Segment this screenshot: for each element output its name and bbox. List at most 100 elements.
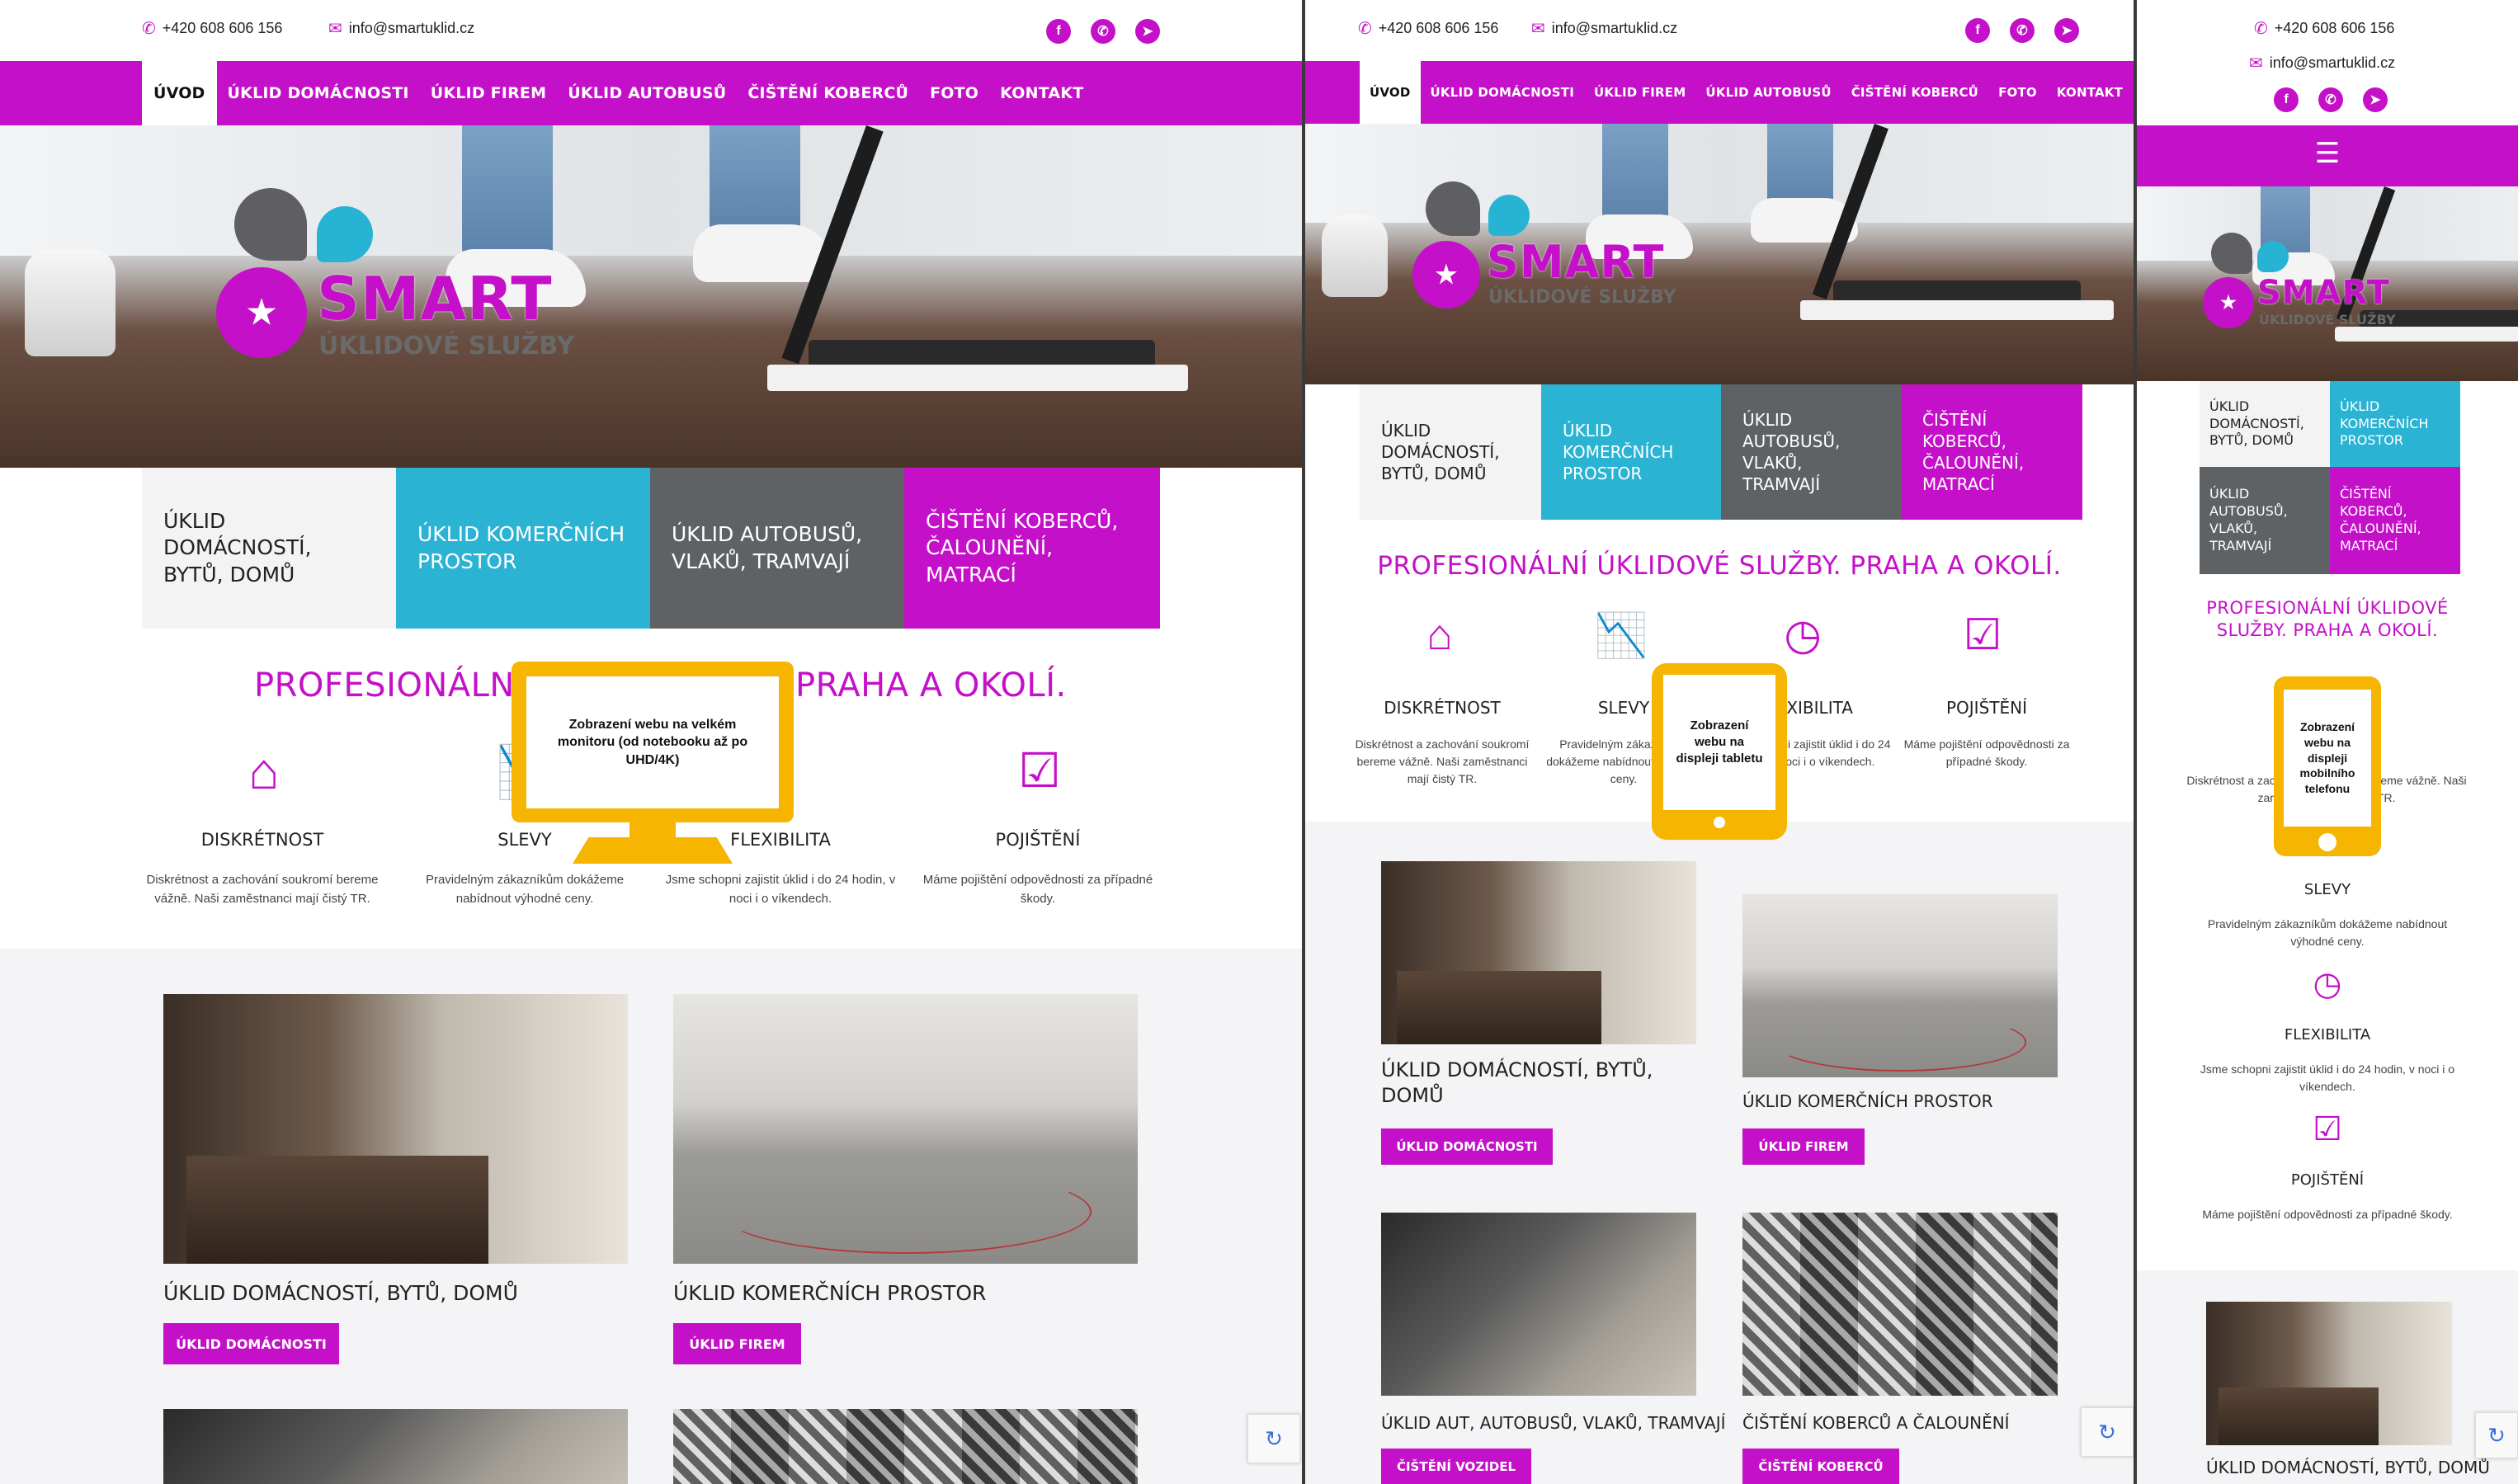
whatsapp-icon[interactable]: ✆ [2010,18,2035,43]
feature-title-diskretnost: DISKRÉTNOST [1384,698,1501,718]
photo-household-cleaning[interactable] [1381,861,1696,1044]
nav-item-uvod[interactable]: ÚVOD [142,61,217,125]
tile-uklid-komercnich[interactable]: Úklid komerčních prostor [396,468,650,629]
nav-item-uklid-domacnosti[interactable]: ÚKLID DOMÁCNOSTI [217,61,420,125]
feature-text-diskretnost: Diskrétnost a zachování soukromí bereme … [146,873,379,906]
photo-vehicle-cleaning[interactable] [163,1409,628,1484]
card-title-vehicles: ÚKLID AUT, AUTOBUSŮ, VLAKŮ, TRAMVAJÍ [1381,1413,1726,1433]
feature-title-slevy: SLEVY [2303,881,2351,898]
nav-item-uklid-domacnosti[interactable]: ÚKLID DOMÁCNOSTI [1421,61,1584,124]
tile-cisteni-kobercu[interactable]: Čištění koberců, čalounění, matrací [1901,384,2082,520]
uklid-firem-button[interactable]: ÚKLID FIREM [1742,1128,1865,1165]
hamburger-menu-icon[interactable]: ☰ [2137,137,2518,170]
logo-brand: SMART [317,264,553,333]
facebook-icon[interactable]: f [2274,87,2299,112]
email-contact[interactable]: ✉ info@smartuklid.cz [2249,54,2395,72]
tile-cisteni-kobercu[interactable]: Čištění koberců, čalounění, matrací [904,468,1160,629]
cisteni-vozidel-button[interactable]: ČIŠTĚNÍ VOZIDEL [1381,1449,1531,1484]
logo-brand: SMART [1487,236,1665,288]
phone-number: +420 608 606 156 [162,20,283,36]
insurance-shield-icon: ☑ [1018,744,1061,798]
tile-cisteni-kobercu[interactable]: Čištění koberců, čalounění, matrací [2330,467,2460,574]
photo-vehicle-cleaning[interactable] [1381,1213,1696,1396]
hero-banner: ★ SMART ÚKLIDOVÉ SLUŽBY [1305,124,2134,384]
card-title-commercial: ÚKLID KOMERČNÍCH PROSTOR [673,1281,987,1305]
feature-text-pojisteni: Máme pojištění odpovědnosti za případné … [2202,1208,2453,1221]
photo-carpet-cleaning[interactable] [673,1409,1138,1484]
email-contact[interactable]: ✉ info@smartuklid.cz [328,20,474,37]
tablet-preview: ✆ +420 608 606 156 ✉ info@smartuklid.cz … [1305,0,2134,1484]
nav-item-uklid-firem[interactable]: ÚKLID FIREM [420,61,557,125]
nav-item-kontakt[interactable]: KONTAKT [989,61,1094,125]
phone-contact[interactable]: ✆ +420 608 606 156 [2254,20,2394,37]
photo-commercial-cleaning[interactable] [673,994,1138,1264]
feature-title-diskretnost: DISKRÉTNOST [200,830,324,850]
nav-item-foto[interactable]: FOTO [1988,61,2047,124]
tile-uklid-komercnich[interactable]: Úklid komerčních prostor [1541,384,1721,520]
uklid-domacnosti-button[interactable]: ÚKLID DOMÁCNOSTI [163,1323,339,1364]
photo-household-cleaning[interactable] [163,994,628,1264]
whatsapp-icon[interactable]: ✆ [1091,19,1115,44]
feature-text-slevy: Pravidelným zákazníkům dokážeme nabídnou… [2207,917,2448,948]
house-family-icon: ⌂ [248,743,280,800]
logo-brand: SMART [2257,274,2390,312]
brand-logo[interactable]: ★ SMART ÚKLIDOVÉ SLUŽBY [1412,181,1676,322]
page-heading: PROFESIONÁLNÍ ÚKLIDOVÉ SLUŽBY. PRAHA A O… [2206,598,2449,641]
phone-icon: ✆ [142,19,156,38]
phone-icon: ✆ [2254,19,2268,38]
clock-24-icon: ◷ [1784,611,1822,659]
tile-uklid-autobusu[interactable]: Úklid autobusů, vlaků, tramvají [2200,467,2330,574]
feature-text-flexibilita: Jsme schopni zajistit úklid i do 24 hodi… [2200,1062,2455,1093]
tile-uklid-autobusu[interactable]: Úklid autobusů, vlaků, tramvají [1721,384,1901,520]
email-contact[interactable]: ✉ info@smartuklid.cz [1531,20,1677,37]
hero-banner: ★ SMART ÚKLIDOVÉ SLUŽBY [2137,186,2518,381]
tile-uklid-domacnosti[interactable]: Úklid domácností, bytů, domů [1360,384,1541,520]
facebook-icon[interactable]: f [1965,18,1990,43]
feature-text-diskretnost: Diskrétnost a zachování soukromí bereme … [1355,737,1530,785]
recaptcha-badge-icon[interactable]: ↻ [1247,1414,1300,1463]
tile-uklid-komercnich[interactable]: Úklid komerčních prostor [2330,381,2460,467]
card-title-commercial: ÚKLID KOMERČNÍCH PROSTOR [1742,1091,1993,1111]
nav-item-uvod[interactable]: ÚVOD [1360,61,1421,124]
recaptcha-badge-icon[interactable]: ↻ [2081,1407,2134,1457]
monitor-base [573,837,733,864]
photo-commercial-cleaning[interactable] [1742,894,2058,1077]
phone-contact[interactable]: ✆ +420 608 606 156 [1358,20,1498,37]
discount-chart-icon: 📉 [1594,612,1648,660]
recaptcha-badge-icon[interactable]: ↻ [2475,1412,2518,1458]
whatsapp-icon[interactable]: ✆ [2318,87,2343,112]
nav-item-cisteni-kobercu[interactable]: ČIŠTĚNÍ KOBERCŮ [737,61,919,125]
card-title-household: ÚKLID DOMÁCNOSTÍ, BYTŮ, DOMŮ [1381,1058,1653,1108]
brand-logo[interactable]: ★ SMART ÚKLIDOVÉ SLUŽBY [216,188,574,370]
nav-item-uklid-autobusu[interactable]: ÚKLID AUTOBUSŮ [1695,61,1841,124]
clock-24-icon: ◷ [2313,966,2342,1002]
brand-logo[interactable]: ★ SMART ÚKLIDOVÉ SLUŽBY [2203,233,2396,340]
nav-item-uklid-autobusu[interactable]: ÚKLID AUTOBUSŮ [557,61,737,125]
facebook-icon[interactable]: f [1046,19,1071,44]
mail-icon: ✉ [1531,19,1545,38]
email-address: info@smartuklid.cz [1551,20,1678,36]
nav-item-cisteni-kobercu[interactable]: ČIŠTĚNÍ KOBERCŮ [1841,61,1988,124]
phone-caption: Zobrazení webu na displeji mobilního tel… [2284,690,2371,827]
feature-text-pojisteni: Máme pojištění odpovědnosti za případné … [1903,737,2070,768]
photo-carpet-cleaning[interactable] [1742,1213,2058,1396]
nav-item-kontakt[interactable]: KONTAKT [2047,61,2133,124]
mail-icon: ✉ [2249,54,2263,73]
tile-uklid-autobusu[interactable]: Úklid autobusů, vlaků, tramvají [650,468,904,629]
phone-contact[interactable]: ✆ +420 608 606 156 [142,20,282,37]
tablet-device-icon: Zobrazení webu na displeji tabletu [1652,663,1787,840]
tile-uklid-domacnosti[interactable]: Úklid domácností, bytů, domů [142,468,396,629]
telegram-icon[interactable]: ➤ [2363,87,2388,112]
nav-item-uklid-firem[interactable]: ÚKLID FIREM [1584,61,1695,124]
uklid-firem-button[interactable]: ÚKLID FIREM [673,1323,801,1364]
main-nav: ÚVOD ÚKLID DOMÁCNOSTI ÚKLID FIREM ÚKLID … [0,61,1302,125]
telegram-icon[interactable]: ➤ [1135,19,1160,44]
tile-uklid-domacnosti[interactable]: Úklid domácností, bytů, domů [2200,381,2330,467]
cisteni-kobercu-button[interactable]: ČIŠTĚNÍ KOBERCŮ [1742,1449,1899,1484]
telegram-icon[interactable]: ➤ [2054,18,2079,43]
nav-item-foto[interactable]: FOTO [919,61,989,125]
feature-text-flexibilita: Jsme schopni zajistit úklid i do 24 hodi… [665,873,896,906]
star-icon: ★ [1412,241,1480,309]
uklid-domacnosti-button[interactable]: ÚKLID DOMÁCNOSTI [1381,1128,1553,1165]
photo-household-cleaning[interactable] [2206,1302,2452,1445]
